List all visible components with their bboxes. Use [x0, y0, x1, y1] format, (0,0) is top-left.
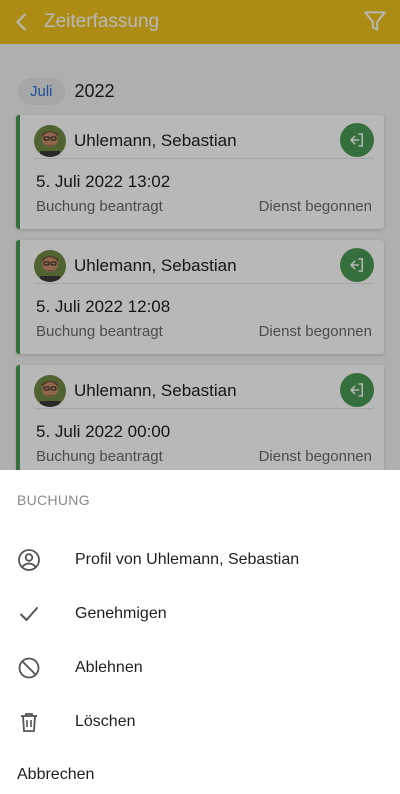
menu-item-label: Löschen [75, 713, 136, 730]
menu-item-label: Ablehnen [75, 659, 143, 676]
account-circle-icon [17, 548, 41, 572]
menu-item-approve[interactable]: Genehmigen [0, 590, 400, 638]
menu-item-profile[interactable]: Profil von Uhlemann, Sebastian [0, 536, 400, 584]
modal-scrim[interactable] [0, 0, 400, 470]
menu-item-label: Genehmigen [75, 605, 167, 622]
cancel-button[interactable]: Abbrechen [17, 766, 94, 784]
trash-icon [17, 710, 41, 734]
action-sheet: BUCHUNG Profil von Uhlemann, Sebastian G… [0, 470, 400, 794]
block-icon [17, 656, 41, 680]
menu-item-reject[interactable]: Ablehnen [0, 644, 400, 692]
check-icon [17, 602, 41, 626]
menu-item-label: Profil von Uhlemann, Sebastian [75, 551, 300, 568]
menu-item-delete[interactable]: Löschen [0, 698, 400, 746]
sheet-title: BUCHUNG [17, 492, 90, 508]
